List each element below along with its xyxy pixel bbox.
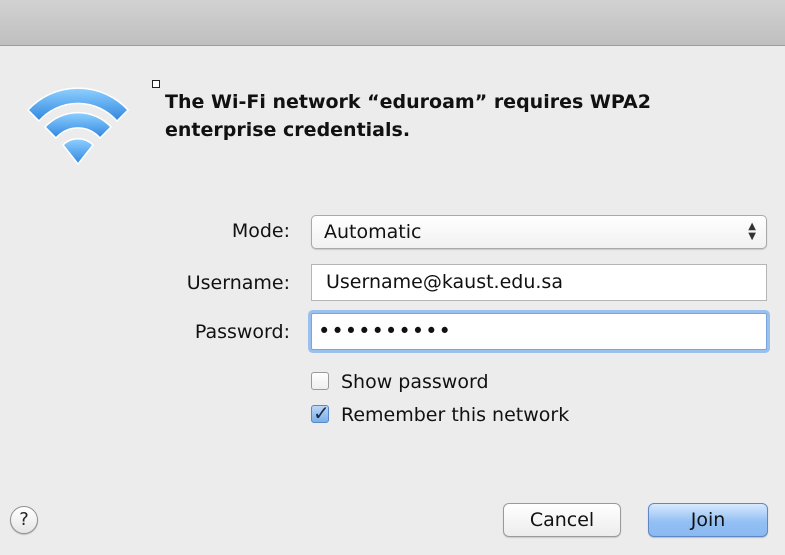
wifi-icon <box>26 87 130 166</box>
show-password-checkbox[interactable] <box>311 372 329 390</box>
title-bar[interactable] <box>0 0 785 46</box>
show-password-label: Show password <box>341 371 489 393</box>
username-field[interactable]: Username@kaust.edu.sa <box>311 264 767 301</box>
mode-select-value: Automatic <box>324 221 422 243</box>
wifi-credentials-dialog: The Wi-Fi network “eduroam” requires WPA… <box>0 0 785 555</box>
password-label: Password: <box>194 321 290 343</box>
checkmark-icon: ✓ <box>313 401 330 425</box>
mode-label: Mode: <box>231 220 290 242</box>
cancel-button[interactable]: Cancel <box>503 503 621 537</box>
password-field[interactable]: •••••••••• <box>311 313 767 350</box>
help-button[interactable]: ? <box>10 506 38 534</box>
dialog-message: The Wi-Fi network “eduroam” requires WPA… <box>165 91 651 141</box>
mode-select[interactable]: Automatic ▲ ▼ <box>311 215 767 249</box>
username-label: Username: <box>186 272 290 294</box>
join-button[interactable]: Join <box>648 503 768 537</box>
cursor-marker-icon <box>152 80 160 88</box>
remember-network-label: Remember this network <box>341 404 570 426</box>
remember-network-checkbox[interactable]: ✓ <box>311 401 330 425</box>
select-arrows-icon: ▲ ▼ <box>748 221 756 242</box>
